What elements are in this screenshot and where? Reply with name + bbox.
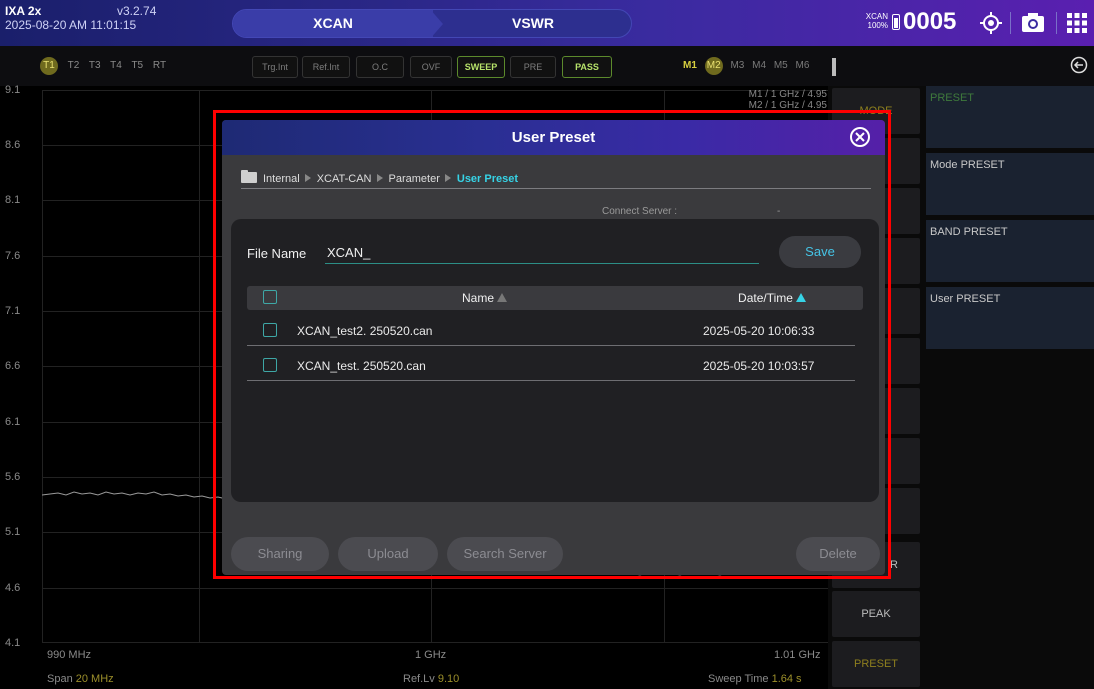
y-tick: 4.1 bbox=[5, 637, 21, 649]
trg-int-indicator[interactable]: Trg.Int bbox=[252, 56, 298, 78]
y-tick: 9.1 bbox=[5, 84, 21, 96]
preset-key[interactable]: PRESET bbox=[832, 641, 920, 687]
side-item-mode-preset[interactable]: Mode PRESET bbox=[926, 153, 1094, 215]
target-icon[interactable] bbox=[980, 12, 1002, 34]
span-info: Span 20 MHz bbox=[47, 673, 114, 685]
reflv-value: 9.10 bbox=[437, 673, 460, 685]
side-item-band-preset[interactable]: BAND PRESET bbox=[926, 220, 1094, 282]
sweep-time-info: Sweep Time 1.64 s bbox=[708, 673, 802, 685]
y-tick: 8.6 bbox=[5, 139, 21, 151]
camera-icon[interactable] bbox=[1021, 12, 1045, 34]
softkey-r-label: R bbox=[890, 559, 898, 571]
trace-t1[interactable]: T1 bbox=[40, 57, 58, 75]
pre-indicator[interactable]: PRE bbox=[510, 56, 556, 78]
ovf-indicator[interactable]: OVF bbox=[410, 56, 452, 78]
marker-m2[interactable]: M2 bbox=[704, 57, 723, 75]
preset-side-menu: PRESET Mode PRESET BAND PRESET User PRES… bbox=[924, 86, 1094, 689]
marker-readout: M1 / 1 GHz / 4.95 M2 / 1 GHz / 4.95 bbox=[697, 89, 827, 111]
span-label: Span bbox=[47, 673, 73, 685]
badge-label: XCAN bbox=[865, 12, 888, 21]
clock: 2025-08-20 AM 11:01:15 bbox=[5, 18, 137, 32]
marker-selector: M1 M2 M3 M4 M5 M6 bbox=[683, 57, 814, 75]
oc-indicator[interactable]: O.C bbox=[356, 56, 404, 78]
firmware-version: v3.2.74 bbox=[117, 4, 157, 18]
y-tick: 4.6 bbox=[5, 582, 21, 594]
badge-percent: 100% bbox=[867, 21, 888, 30]
ref-level-info: Ref.Lv 9.10 bbox=[403, 673, 459, 685]
trace-line bbox=[42, 491, 232, 500]
grid-icon[interactable] bbox=[1066, 12, 1088, 34]
y-tick: 7.6 bbox=[5, 250, 21, 262]
mode-vswr[interactable]: VSWR bbox=[433, 10, 631, 37]
marker-m1[interactable]: M1 bbox=[683, 60, 697, 71]
y-tick: 6.6 bbox=[5, 360, 21, 372]
trace-t4[interactable]: T4 bbox=[110, 60, 122, 71]
mode-xcan[interactable]: XCAN bbox=[233, 10, 433, 37]
grid-line bbox=[42, 642, 828, 643]
sweep-indicator[interactable]: SWEEP bbox=[457, 56, 505, 78]
separator bbox=[1056, 12, 1057, 34]
pass-indicator[interactable]: PASS bbox=[562, 56, 612, 78]
marker-m6[interactable]: M6 bbox=[796, 60, 810, 71]
x-center-label: 1 GHz bbox=[415, 649, 447, 661]
sweep-label: Sweep Time bbox=[708, 673, 769, 685]
back-arrow-icon[interactable] bbox=[1070, 56, 1088, 74]
grid-line bbox=[42, 90, 43, 642]
peak-key[interactable]: PEAK bbox=[832, 591, 920, 637]
y-tick: 5.1 bbox=[5, 526, 21, 538]
indicator-row: T1 T2 T3 T4 T5 RT Trg.Int Ref.Int O.C OV… bbox=[0, 46, 1094, 86]
y-tick: 5.6 bbox=[5, 471, 21, 483]
trace-selector: T1 T2 T3 T4 T5 RT bbox=[40, 57, 173, 75]
mode-selector[interactable]: XCAN VSWR bbox=[232, 9, 632, 38]
grid-line bbox=[42, 588, 828, 589]
trace-t2[interactable]: T2 bbox=[68, 60, 80, 71]
side-item-user-preset[interactable]: User PRESET bbox=[926, 287, 1094, 349]
grid-line bbox=[199, 90, 200, 642]
y-tick: 6.1 bbox=[5, 416, 21, 428]
top-status-bar: IXA 2x v3.2.74 2025-08-20 AM 11:01:15 XC… bbox=[0, 0, 1094, 46]
marker-m4[interactable]: M4 bbox=[752, 60, 766, 71]
trace-rt[interactable]: RT bbox=[153, 60, 166, 71]
xcan-badge: XCAN 100% bbox=[864, 12, 888, 30]
side-item-preset[interactable]: PRESET bbox=[926, 86, 1094, 148]
separator bbox=[1010, 12, 1011, 34]
trace-t5[interactable]: T5 bbox=[131, 60, 143, 71]
y-tick: 7.1 bbox=[5, 305, 21, 317]
x-start-label: 990 MHz bbox=[47, 649, 92, 661]
x-end-label: 1.01 GHz bbox=[774, 649, 821, 661]
marker-m3[interactable]: M3 bbox=[730, 60, 744, 71]
sweep-value: 1.64 s bbox=[771, 673, 802, 685]
ref-int-indicator[interactable]: Ref.Int bbox=[302, 56, 350, 78]
device-info: IXA 2x v3.2.74 2025-08-20 AM 11:01:15 bbox=[5, 4, 156, 32]
y-tick: 8.1 bbox=[5, 194, 21, 206]
counter-value: 0005 bbox=[903, 8, 957, 35]
reflv-label: Ref.Lv bbox=[403, 673, 435, 685]
marker-readout-m1: M1 / 1 GHz / 4.95 bbox=[748, 89, 827, 100]
trace-t3[interactable]: T3 bbox=[89, 60, 101, 71]
battery-icon bbox=[892, 14, 900, 30]
span-value: 20 MHz bbox=[75, 673, 114, 685]
marker-scroll-bar bbox=[832, 58, 836, 76]
highlight-frame bbox=[213, 110, 891, 579]
marker-m5[interactable]: M5 bbox=[774, 60, 788, 71]
